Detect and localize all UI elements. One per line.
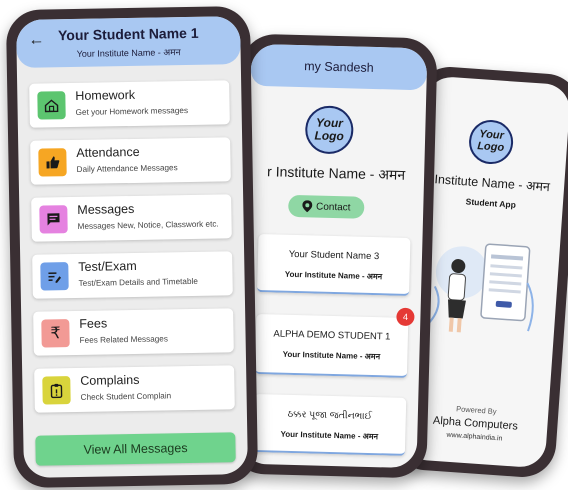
contact-label: Contact [315,201,351,213]
menu-item-complains[interactable]: Complains Check Student Complain [34,365,235,413]
menu-item-attendance[interactable]: Attendance Daily Attendance Messages [30,137,231,185]
phone-student-menu: ← Your Student Name 1 Your Institute Nam… [5,5,259,489]
menu-item-desc: Get your Homework messages [75,106,189,117]
app-title: my Sandesh [304,59,374,75]
thumbs-up-icon [38,148,67,177]
student-card[interactable]: ઠક્કર પૂજા જતીનભાઈ Your Institute Name -… [252,393,407,456]
menu-item-desc: Messages New, Notice, Classwork etc. [77,219,219,231]
app-label: Student App [465,196,517,210]
view-all-messages-button[interactable]: View All Messages [35,432,236,466]
menu-item-title: Attendance [76,144,140,160]
student-card[interactable]: 4 ALPHA DEMO STUDENT 1 Your Institute Na… [254,307,415,378]
menu-item-title: Test/Exam [78,258,137,274]
menu-item-fees[interactable]: ₹ Fees Fees Related Messages [33,308,234,356]
student-institute: Your Institute Name - अमन [280,429,379,442]
student-name: ઠક્કર પૂજા જતીનભાઈ [287,408,373,423]
unread-count-badge: 4 [396,307,415,327]
institute-logo: Your Logo [467,118,515,166]
student-header: ← Your Student Name 1 Your Institute Nam… [16,16,241,68]
phone-student-list: my Sandesh Your Logo r Institute Name - … [230,33,438,479]
menu-item-title: Homework [75,87,136,103]
menu-item-homework[interactable]: Homework Get your Homework messages [29,80,230,128]
location-pin-icon [302,200,313,213]
student-menu-screen: ← Your Student Name 1 Your Institute Nam… [16,16,248,478]
rupee-icon: ₹ [41,319,70,348]
institute-name: Your Institute Name - अमन [76,47,181,59]
menu-item-messages[interactable]: Messages Messages New, Notice, Classwork… [31,194,232,242]
homework-icon [37,91,66,120]
student-name: Your Student Name 1 [57,24,199,44]
menu-item-desc: Test/Exam Details and Timetable [78,276,198,288]
message-icon [39,205,68,234]
student-list-screen: my Sandesh Your Logo r Institute Name - … [240,43,428,469]
institute-name: r Institute Name - अमन [266,163,406,183]
student-illustration [425,243,534,333]
student-name: Your Student Name 3 [288,248,380,263]
complain-icon [42,376,71,405]
menu-item-desc: Daily Attendance Messages [76,163,178,174]
institute-name: Institute Name - अमन [434,172,551,195]
student-institute: Your Institute Name - अमन [284,269,383,282]
contact-button[interactable]: Contact [288,194,365,219]
menu-item-title: Messages [77,201,135,217]
student-card[interactable]: Your Student Name 3 Your Institute Name … [257,234,411,296]
logo-text-line2: Logo [314,128,344,144]
student-institute: Your Institute Name - अमन [282,349,381,362]
menu-item-test-exam[interactable]: Test/Exam Test/Exam Details and Timetabl… [32,251,233,299]
exam-icon [40,262,69,291]
student-name: ALPHA DEMO STUDENT 1 [273,328,391,343]
menu-item-title: Fees [79,316,108,331]
menu-item-desc: Check Student Complain [80,391,172,402]
institute-logo: Your Logo [304,105,354,155]
app-header: my Sandesh [250,43,428,91]
menu-item-desc: Fees Related Messages [79,334,168,345]
menu-item-title: Complains [80,372,140,388]
logo-text-line2: Logo [476,140,505,154]
